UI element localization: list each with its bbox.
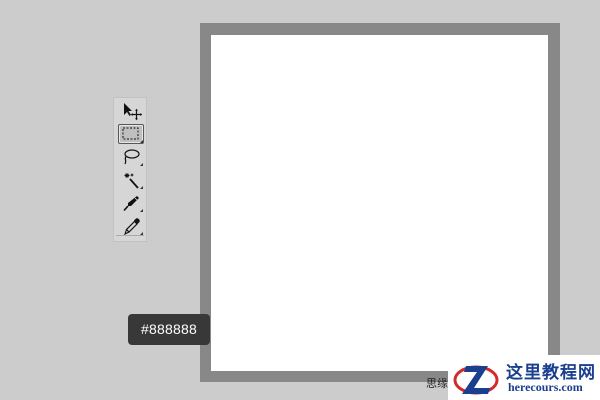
- watermark: 这里教程网 herecours.com: [448, 355, 600, 400]
- crop-tool[interactable]: [118, 193, 144, 213]
- move-tool[interactable]: [118, 101, 144, 121]
- lasso-tool[interactable]: [118, 147, 144, 167]
- tool-palette: [113, 97, 147, 242]
- magic-wand-tool[interactable]: [118, 170, 144, 190]
- watermark-url: herecours.com: [508, 380, 583, 394]
- color-hex-value: #888888: [141, 321, 197, 337]
- color-hex-tooltip: #888888: [128, 314, 210, 345]
- flyout-indicator: [140, 209, 143, 212]
- flyout-indicator: [140, 186, 143, 189]
- eyedropper-tool[interactable]: [118, 216, 144, 236]
- rectangular-marquee-tool[interactable]: [118, 124, 144, 144]
- herecours-logo-icon: [453, 365, 499, 395]
- move-arrow-icon: [124, 103, 143, 121]
- palette-divider: [116, 235, 144, 236]
- footer-text: 思缘: [426, 377, 448, 390]
- flyout-indicator: [140, 163, 143, 166]
- flyout-indicator: [140, 140, 143, 143]
- canvas-frame: [200, 23, 560, 382]
- document-canvas[interactable]: [211, 35, 548, 371]
